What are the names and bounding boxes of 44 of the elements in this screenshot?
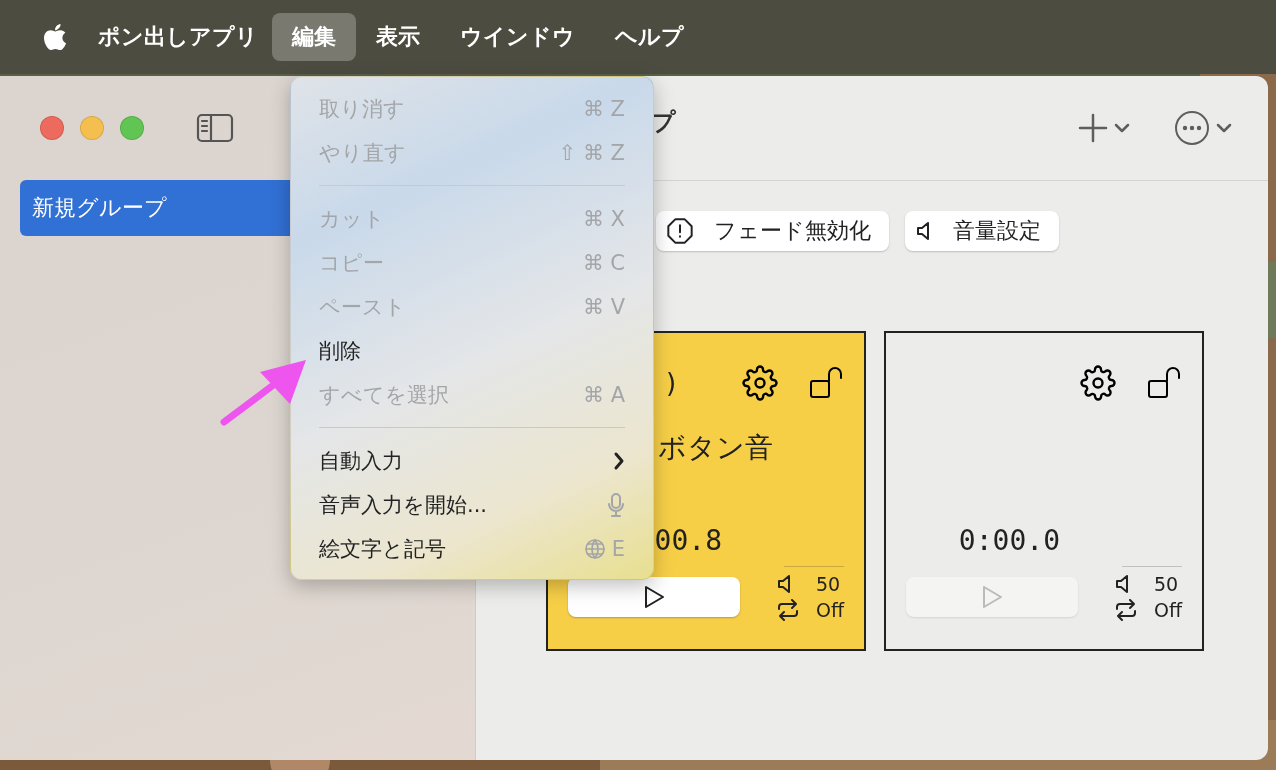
globe-icon bbox=[583, 538, 606, 560]
volume-value: 50 bbox=[1153, 573, 1180, 595]
shortcut-text: ⇧ ⌘ Z bbox=[558, 141, 625, 165]
close-button[interactable] bbox=[40, 116, 64, 140]
menu-bar-item[interactable]: 編集 bbox=[272, 13, 356, 61]
play-icon bbox=[643, 585, 665, 609]
repeat-icon bbox=[1113, 599, 1138, 621]
gear-icon[interactable] bbox=[742, 365, 778, 401]
elapsed-time: 0:00.0 bbox=[958, 524, 1060, 557]
sound-name: ボタン音 bbox=[658, 430, 773, 466]
shortcut-text: ⌘ A bbox=[582, 383, 625, 407]
microphone-icon bbox=[607, 492, 625, 518]
shortcut-text: ⌘ X bbox=[582, 207, 625, 231]
fade-disable-button[interactable]: フェード無効化 bbox=[656, 211, 889, 251]
volume-value: 50 bbox=[815, 573, 842, 595]
gear-icon[interactable] bbox=[1080, 365, 1116, 401]
alert-octagon-icon bbox=[666, 217, 694, 245]
app-menu[interactable]: ポン出しアプリ bbox=[98, 22, 258, 52]
shortcut-text: ⌘ V bbox=[582, 295, 625, 319]
chevron-down-icon bbox=[1114, 123, 1130, 133]
shortcut-text: E bbox=[611, 537, 625, 561]
shortcut-text: ⌘ C bbox=[582, 251, 625, 275]
loop-value: Off bbox=[1153, 599, 1182, 621]
loop-value: Off bbox=[815, 599, 844, 621]
sound-card[interactable]: 0:00.0 50 Off bbox=[884, 331, 1204, 651]
repeat-icon bbox=[775, 599, 800, 621]
play-icon bbox=[981, 585, 1003, 609]
volume-settings-button[interactable]: 音量設定 bbox=[905, 211, 1059, 251]
shortcut-text: ⌘ Z bbox=[582, 97, 625, 121]
menu-bar-item[interactable]: 表示 bbox=[356, 13, 440, 61]
menu-bar-item[interactable]: ヘルプ bbox=[595, 13, 704, 61]
more-icon bbox=[1174, 110, 1210, 146]
sidebar-toggle-icon[interactable] bbox=[196, 113, 234, 143]
unlocked-padlock-icon[interactable] bbox=[1146, 365, 1182, 401]
more-button[interactable] bbox=[1174, 110, 1232, 146]
chevron-right-icon bbox=[613, 451, 625, 471]
window-title: プ bbox=[651, 107, 677, 138]
menu-bar-item[interactable]: ウインドウ bbox=[440, 13, 595, 61]
chevron-down-icon bbox=[1216, 123, 1232, 133]
unlocked-padlock-icon[interactable] bbox=[808, 365, 844, 401]
card-label: ) bbox=[666, 368, 677, 398]
add-button[interactable] bbox=[1078, 113, 1130, 143]
plus-icon bbox=[1078, 113, 1108, 143]
elapsed-time: 00.8 bbox=[654, 524, 722, 557]
